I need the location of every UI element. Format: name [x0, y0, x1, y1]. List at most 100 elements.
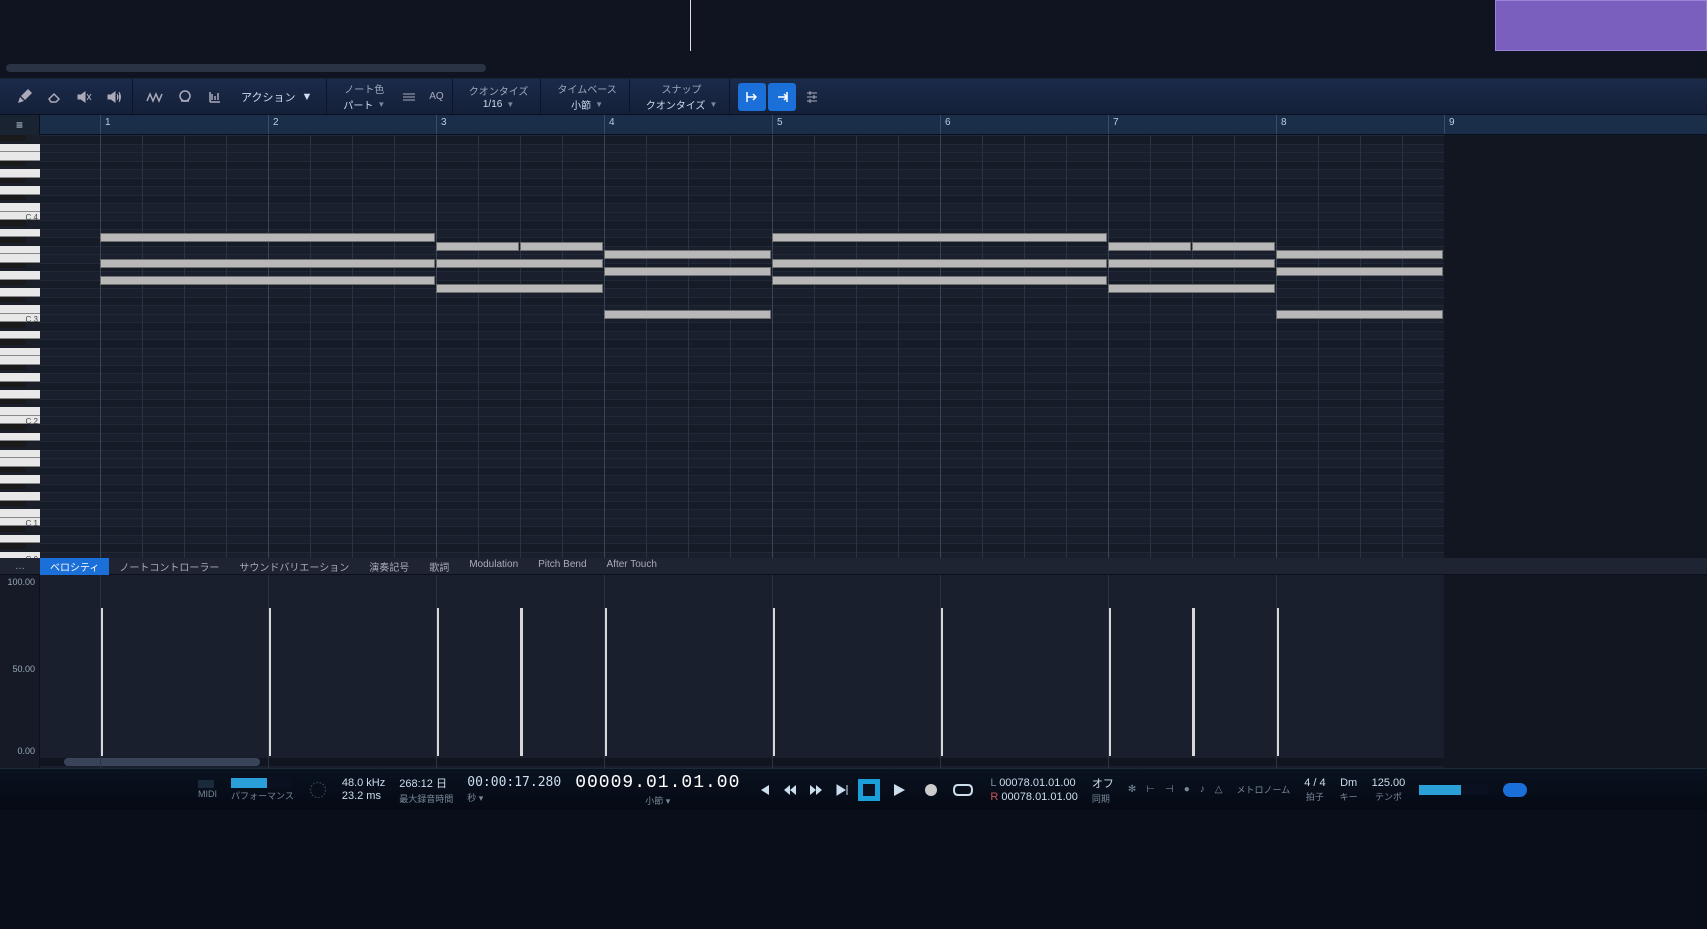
velocity-lane: 100.00 50.00 0.00	[0, 574, 1707, 768]
piano-keyboard[interactable]: C 4C 3C 2C 1C 0	[0, 135, 40, 558]
action-menu[interactable]: アクション▼	[231, 85, 322, 109]
note-color-selector[interactable]: ノート色 パート▼	[335, 81, 393, 112]
ruler-bar[interactable]: 5	[772, 115, 787, 134]
click-icon[interactable]: △	[1215, 784, 1223, 795]
midi-note[interactable]	[1276, 250, 1443, 259]
snap-to-start-icon[interactable]	[738, 83, 766, 111]
playhead-cursor	[690, 0, 691, 51]
loop-button[interactable]	[950, 777, 976, 803]
midi-note[interactable]	[604, 310, 771, 319]
ruler-bar[interactable]: 7	[1108, 115, 1123, 134]
stop-button[interactable]	[858, 779, 880, 801]
play-button[interactable]	[886, 777, 912, 803]
midi-input-icon[interactable]	[171, 83, 199, 111]
timecode-primary[interactable]: 00009.01.01.00 小節 ▾	[575, 773, 740, 807]
arrange-scrollbar[interactable]	[6, 64, 486, 72]
cc-tab[interactable]: After Touch	[597, 558, 667, 575]
cc-tab[interactable]: Pitch Bend	[528, 558, 596, 575]
performance-meter[interactable]: パフォーマンス	[231, 778, 294, 802]
ruler-bar[interactable]: 2	[268, 115, 283, 134]
ruler-bar[interactable]: 3	[436, 115, 451, 134]
velocity-bar[interactable]	[520, 608, 523, 756]
tempo-display[interactable]: 125.00 テンポ	[1372, 777, 1406, 803]
key-signature[interactable]: Dm キー	[1340, 777, 1358, 803]
midi-note[interactable]	[772, 276, 1107, 285]
output-meter-icon[interactable]	[1419, 785, 1489, 795]
forward-icon[interactable]	[806, 780, 826, 800]
metronome-toggle[interactable]: メトロノーム	[1236, 783, 1290, 796]
goto-end-icon[interactable]	[832, 780, 852, 800]
rewind-icon[interactable]	[780, 780, 800, 800]
midi-note[interactable]	[1108, 242, 1191, 251]
sync-status[interactable]: オフ 同期	[1092, 775, 1114, 805]
velocity-scale: 100.00 50.00 0.00	[0, 575, 40, 768]
draw-tool-icon[interactable]	[10, 83, 38, 111]
bar-ruler[interactable]: 1 2 3 4 5 6 7 8 9	[40, 115, 1707, 135]
ruler-bar[interactable]: 9	[1444, 115, 1459, 134]
midi-note[interactable]	[436, 259, 603, 268]
snap-selector[interactable]: スナップ クオンタイズ▼	[638, 81, 726, 112]
midi-note[interactable]	[100, 276, 435, 285]
timebase-selector[interactable]: タイムベース 小節▼	[549, 81, 624, 112]
record-button[interactable]	[918, 777, 944, 803]
count-in-icon[interactable]: ♪	[1200, 784, 1205, 795]
snap-to-end-icon[interactable]	[768, 83, 796, 111]
midi-note[interactable]	[1192, 242, 1275, 251]
midi-note[interactable]	[436, 242, 519, 251]
arrange-clip[interactable]	[1495, 0, 1707, 51]
cc-tab[interactable]: Modulation	[459, 558, 528, 575]
midi-note[interactable]	[520, 242, 603, 251]
midi-note[interactable]	[100, 233, 435, 242]
cc-tab[interactable]: 演奏記号	[359, 558, 419, 575]
step-input-icon[interactable]	[141, 83, 169, 111]
cc-tab[interactable]: 歌詞	[419, 558, 459, 575]
editor-toolbar: アクション▼ ノート色 パート▼ AQ クオンタイズ 1/16▼ タイムベース …	[0, 79, 1707, 115]
ruler-bar[interactable]: 1	[100, 115, 115, 134]
cpu-ring-icon[interactable]	[308, 780, 328, 800]
midi-note[interactable]	[1108, 259, 1275, 268]
midi-led-icon	[198, 780, 214, 788]
scale-assist-icon[interactable]	[201, 83, 229, 111]
ruler-bar[interactable]: 8	[1276, 115, 1291, 134]
midi-note[interactable]	[436, 284, 603, 293]
ruler-bar[interactable]: 4	[604, 115, 619, 134]
audition-tool-icon[interactable]	[100, 83, 128, 111]
snap-options-icon[interactable]	[798, 83, 826, 111]
preroll-icon[interactable]: ●	[1184, 784, 1190, 795]
time-signature[interactable]: 4 / 4 拍子	[1304, 777, 1325, 803]
ruler-bar[interactable]: 6	[940, 115, 955, 134]
cc-tab[interactable]: ベロシティ	[40, 558, 109, 575]
arrange-preview[interactable]	[0, 0, 1707, 79]
velocity-bar[interactable]	[1192, 608, 1195, 756]
goto-start-icon[interactable]	[754, 780, 774, 800]
punch-out-icon[interactable]: ⊣	[1165, 784, 1174, 795]
midi-note[interactable]	[100, 259, 435, 268]
midi-note[interactable]	[1276, 310, 1443, 319]
panel-toggle-icon[interactable]	[1503, 783, 1527, 797]
midi-note[interactable]	[772, 233, 1107, 242]
note-grid[interactable]	[40, 135, 1707, 558]
quantize-selector[interactable]: クオンタイズ 1/16▼	[461, 83, 537, 110]
midi-note[interactable]	[604, 267, 771, 276]
audio-status[interactable]: 48.0 kHz 23.2 ms	[342, 777, 385, 802]
punch-in-icon[interactable]: ⊢	[1146, 784, 1155, 795]
note-setting-icon[interactable]	[395, 83, 423, 111]
cc-tab[interactable]: ノートコントローラー	[109, 558, 229, 575]
cpu-meter-icon	[231, 778, 291, 788]
locators[interactable]: L 00078.01.01.00 R 00078.01.01.00	[990, 776, 1077, 803]
timecode-secondary[interactable]: 00:00:17.280 秒 ▾	[467, 775, 561, 804]
aq-button[interactable]: AQ	[425, 83, 447, 111]
list-toggle-icon[interactable]: ≡	[0, 115, 40, 135]
velocity-area[interactable]	[40, 575, 1707, 768]
midi-note[interactable]	[1276, 267, 1443, 276]
cc-menu-icon[interactable]: …	[0, 561, 40, 572]
midi-note[interactable]	[1108, 284, 1275, 293]
mute-tool-icon[interactable]	[70, 83, 98, 111]
record-time[interactable]: 268:12 日 最大録音時間	[399, 775, 453, 805]
midi-note[interactable]	[772, 259, 1107, 268]
erase-tool-icon[interactable]	[40, 83, 68, 111]
midi-note[interactable]	[604, 250, 771, 259]
gear-icon[interactable]: ✻	[1128, 784, 1136, 795]
cc-tab[interactable]: サウンドバリエーション	[229, 558, 359, 575]
midi-activity[interactable]: MIDI	[198, 780, 217, 799]
